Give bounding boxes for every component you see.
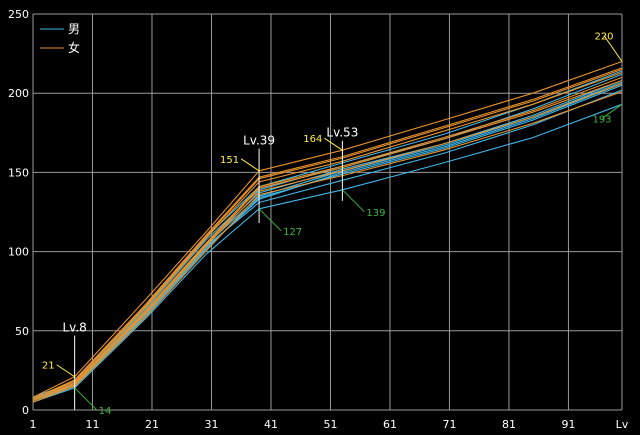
y-tick-label: 100 [8, 246, 29, 259]
annotation-label-min: 193 [592, 114, 611, 125]
level-stat-chart: Lv.8 Lv.39 Lv.53 21 14 151 127 164 139 220 193 05… [0, 0, 640, 435]
x-tick-label: 1 [30, 418, 37, 431]
annotation-label-max: 220 [594, 32, 613, 43]
marker-label: Lv.39 [243, 134, 275, 148]
y-tick-label: 150 [8, 166, 29, 179]
x-tick-label: 81 [502, 418, 516, 431]
y-tick-label: 200 [8, 87, 29, 100]
marker-label: Lv.8 [62, 321, 86, 335]
x-tick-label: 61 [383, 418, 397, 431]
plot-area [33, 14, 622, 410]
y-tick-label: 0 [22, 404, 29, 417]
x-tick-label: 11 [85, 418, 99, 431]
y-tick-label: 50 [15, 325, 29, 338]
legend-label-female: 女 [68, 40, 80, 55]
annotation-label-min: 139 [366, 208, 385, 219]
x-tick-label: 51 [323, 418, 337, 431]
y-tick-label: 250 [8, 8, 29, 21]
x-tick-label: 31 [204, 418, 218, 431]
marker-label: Lv.53 [326, 126, 358, 140]
annotation-label-max: 21 [42, 361, 55, 372]
x-tick-label: 91 [561, 418, 575, 431]
x-axis-label: Lv [616, 418, 629, 431]
annotation-label-max: 164 [303, 134, 322, 145]
annotation-label-min: 14 [99, 406, 112, 417]
annotation-label-max: 151 [220, 155, 239, 166]
chart-canvas: Lv.8Lv.39Lv.53 2114151127164139220193 05… [8, 8, 629, 431]
x-tick-label: 21 [145, 418, 159, 431]
x-tick-label: 41 [264, 418, 278, 431]
annotation-label-min: 127 [283, 227, 302, 238]
legend-label-male: 男 [68, 22, 80, 36]
x-tick-label: 71 [442, 418, 456, 431]
